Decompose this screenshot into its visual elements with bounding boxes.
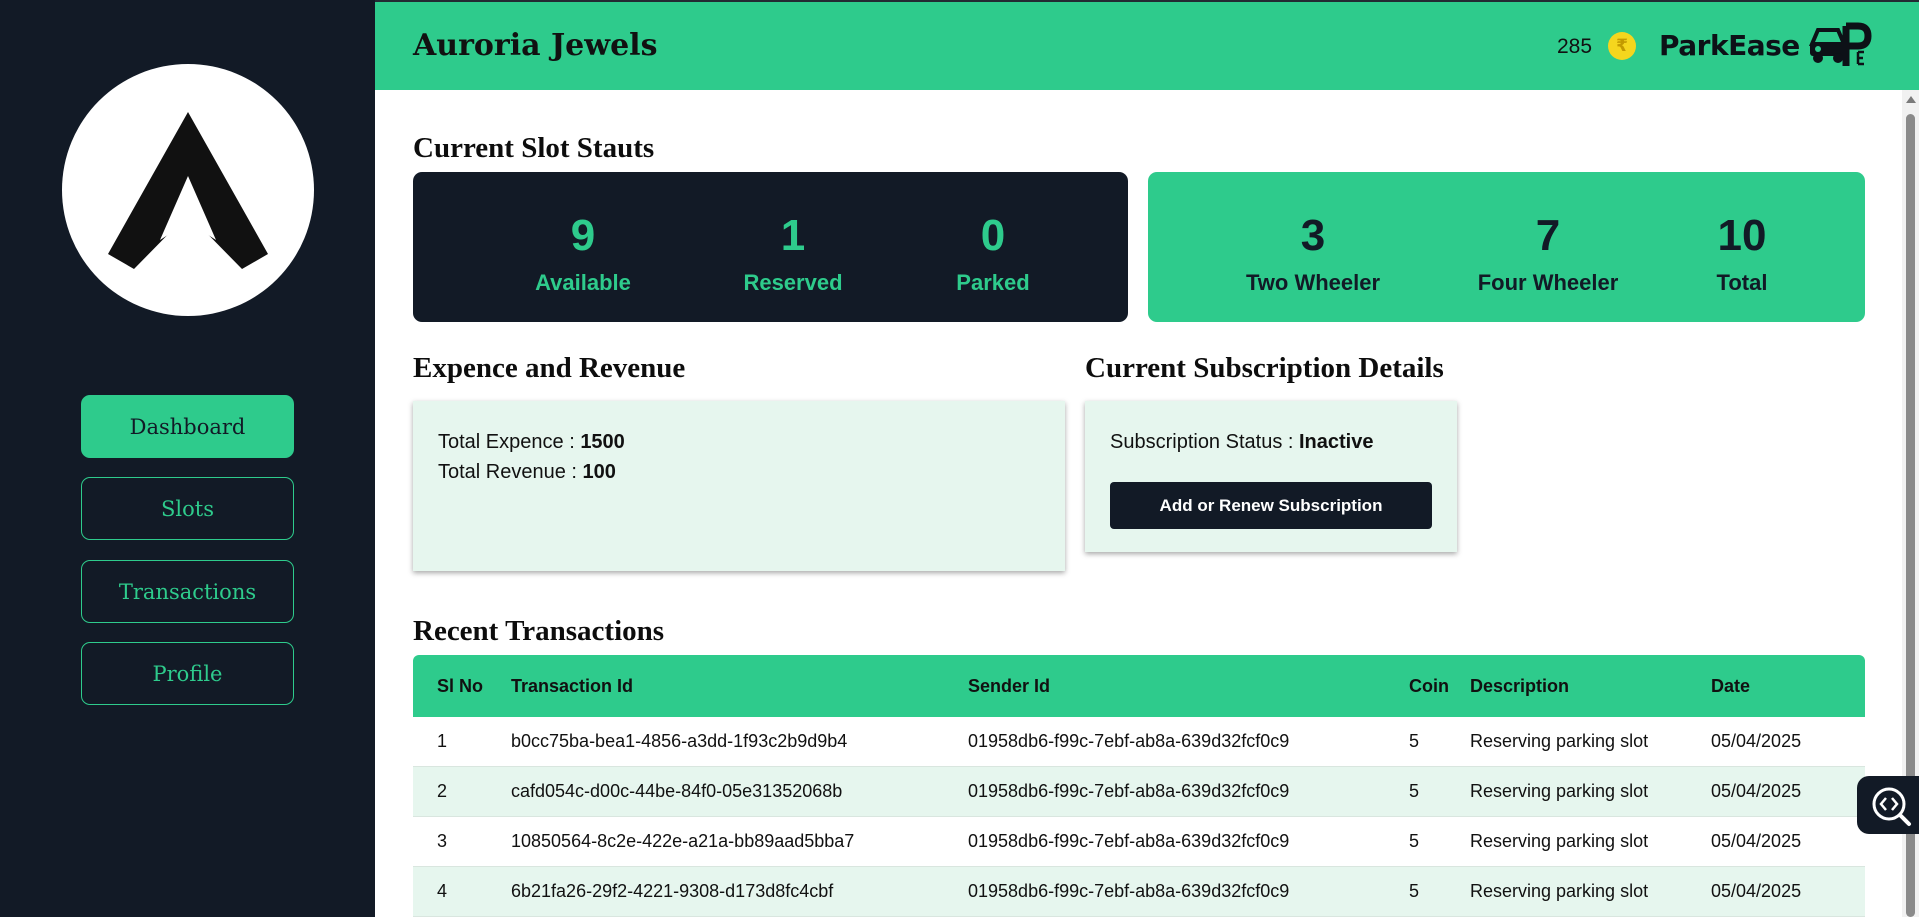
- cell-description: Reserving parking slot: [1470, 881, 1649, 901]
- available-stat: 9 Available: [513, 214, 653, 296]
- expense-revenue-panel: Total Expence : 1500 Total Revenue : 100: [413, 401, 1065, 571]
- parkease-car-logo-icon: [1808, 22, 1872, 66]
- reserved-stat: 1 Reserved: [723, 214, 863, 296]
- four-wheeler-count: 7: [1535, 211, 1561, 260]
- nav-dashboard-button[interactable]: Dashboard: [81, 395, 294, 458]
- col-sl-no: Sl No: [437, 675, 484, 696]
- parked-stat: 0 Parked: [923, 214, 1063, 296]
- available-label: Available: [535, 270, 631, 295]
- nav-slots-button[interactable]: Slots: [81, 477, 294, 540]
- cell-sender-id: 01958db6-f99c-7ebf-ab8a-639d32fcf0c9: [968, 881, 1290, 901]
- top-header: Auroria Jewels 285 ₹ ParkEase: [375, 0, 1919, 90]
- table-header: Sl No Transaction Id Sender Id Coin Desc…: [413, 655, 1865, 717]
- two-wheeler-count: 3: [1300, 211, 1326, 260]
- transactions-table: Sl No Transaction Id Sender Id Coin Desc…: [413, 655, 1865, 917]
- table-row[interactable]: 4 6b21fa26-29f2-4221-9308-d173d8fc4cbf 0…: [413, 867, 1865, 917]
- cell-transaction-id: 6b21fa26-29f2-4221-9308-d173d8fc4cbf: [511, 881, 834, 901]
- scroll-up-arrow-icon[interactable]: [1906, 96, 1916, 103]
- two-wheeler-label: Two Wheeler: [1245, 270, 1381, 295]
- cell-coin: 5: [1409, 881, 1420, 901]
- parked-count: 0: [980, 211, 1006, 260]
- nav-profile-button[interactable]: Profile: [81, 642, 294, 705]
- total-expense-line: Total Expence : 1500: [438, 431, 625, 454]
- app-name: ParkEase: [1659, 29, 1800, 62]
- col-transaction-id: Transaction Id: [511, 675, 634, 696]
- total-revenue-value: 100: [582, 461, 616, 483]
- company-name: Auroria Jewels: [413, 28, 658, 63]
- cell-sl-no: 1: [437, 731, 448, 751]
- slot-status-title: Current Slot Stauts: [413, 132, 655, 164]
- total-expense-label: Total Expence :: [438, 431, 581, 453]
- cell-sender-id: 01958db6-f99c-7ebf-ab8a-639d32fcf0c9: [968, 781, 1290, 801]
- cell-description: Reserving parking slot: [1470, 731, 1649, 751]
- subscription-status-label: Subscription Status :: [1110, 431, 1299, 453]
- cell-sender-id: 01958db6-f99c-7ebf-ab8a-639d32fcf0c9: [968, 831, 1290, 851]
- col-description: Description: [1470, 675, 1570, 696]
- cell-transaction-id: b0cc75ba-bea1-4856-a3dd-1f93c2b9d9b4: [511, 731, 848, 751]
- capacity-card: 3 Two Wheeler 7 Four Wheeler 10 Total: [1148, 172, 1865, 322]
- reserved-label: Reserved: [743, 270, 843, 295]
- cell-coin: 5: [1409, 731, 1420, 751]
- subscription-title: Current Subscription Details: [1085, 352, 1444, 384]
- apex-logo-icon: [108, 112, 268, 269]
- cell-coin: 5: [1409, 831, 1420, 851]
- cell-sl-no: 3: [437, 831, 448, 851]
- expense-revenue-title: Expence and Revenue: [413, 352, 686, 384]
- parked-label: Parked: [956, 270, 1030, 295]
- subscription-status-line: Subscription Status : Inactive: [1110, 431, 1373, 454]
- table-row[interactable]: 3 10850564-8c2e-422e-a21a-bb89aad5bba7 0…: [413, 817, 1865, 867]
- total-expense-value: 1500: [580, 431, 625, 453]
- sidebar: Dashboard Slots Transactions Profile: [0, 0, 375, 917]
- subscription-panel: Subscription Status : Inactive Add or Re…: [1085, 401, 1457, 552]
- cell-sl-no: 4: [437, 881, 448, 901]
- cell-description: Reserving parking slot: [1470, 831, 1649, 851]
- col-date: Date: [1711, 675, 1751, 696]
- total-revenue-line: Total Revenue : 100: [438, 461, 616, 484]
- four-wheeler-label: Four Wheeler: [1477, 270, 1619, 295]
- code-search-icon: [1872, 787, 1911, 826]
- total-count: 10: [1717, 211, 1767, 260]
- cell-sl-no: 2: [437, 781, 448, 801]
- cell-date: 05/04/2025: [1711, 881, 1802, 901]
- total-stat: 10 Total: [1672, 214, 1812, 296]
- subscription-status-value: Inactive: [1298, 431, 1374, 453]
- cell-description: Reserving parking slot: [1470, 781, 1649, 801]
- recent-transactions-title: Recent Transactions: [413, 615, 665, 647]
- four-wheeler-stat: 7 Four Wheeler: [1463, 214, 1633, 296]
- total-revenue-label: Total Revenue :: [438, 461, 583, 483]
- add-renew-subscription-button[interactable]: Add or Renew Subscription: [1110, 482, 1432, 529]
- two-wheeler-stat: 3 Two Wheeler: [1228, 214, 1398, 296]
- table-row[interactable]: 1 b0cc75ba-bea1-4856-a3dd-1f93c2b9d9b4 0…: [413, 717, 1865, 767]
- cell-coin: 5: [1409, 781, 1420, 801]
- table-row[interactable]: 2 cafd054c-d00c-44be-84f0-05e31352068b 0…: [413, 767, 1865, 817]
- cell-date: 05/04/2025: [1711, 781, 1802, 801]
- rupee-coin-icon: ₹: [1608, 32, 1636, 60]
- col-coin: Coin: [1409, 675, 1449, 696]
- total-label: Total: [1716, 270, 1768, 295]
- cell-transaction-id: cafd054c-d00c-44be-84f0-05e31352068b: [511, 781, 843, 801]
- cell-date: 05/04/2025: [1711, 831, 1802, 851]
- nav-transactions-button[interactable]: Transactions: [81, 560, 294, 623]
- reserved-count: 1: [780, 211, 806, 260]
- company-logo: [62, 64, 314, 316]
- coin-balance: 285: [1557, 35, 1593, 58]
- col-sender-id: Sender Id: [968, 675, 1051, 696]
- cell-sender-id: 01958db6-f99c-7ebf-ab8a-639d32fcf0c9: [968, 731, 1290, 751]
- cell-transaction-id: 10850564-8c2e-422e-a21a-bb89aad5bba7: [511, 831, 855, 851]
- available-count: 9: [570, 211, 596, 260]
- occupancy-card: 9 Available 1 Reserved 0 Parked: [413, 172, 1128, 322]
- floating-inspect-button[interactable]: [1857, 776, 1919, 834]
- cell-date: 05/04/2025: [1711, 731, 1802, 751]
